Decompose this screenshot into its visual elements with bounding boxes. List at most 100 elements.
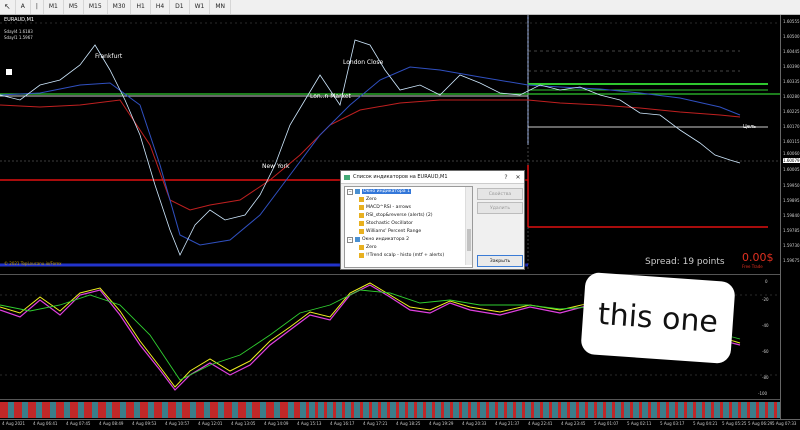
dialog-title-bar[interactable]: Список индикаторов на EURAUD,M1 ? ✕: [341, 171, 524, 184]
annotation-tsel: Цель: [743, 124, 757, 130]
timeframe-h4-button[interactable]: H4: [151, 0, 171, 14]
properties-button[interactable]: Свойства: [477, 188, 523, 200]
delete-button[interactable]: Удалить: [477, 202, 523, 214]
price-tick: 1.60500: [783, 34, 800, 39]
current-price-tag: 1.60079: [783, 158, 800, 163]
time-tick: 5 Aug 03:17: [660, 421, 685, 426]
timeframe-h1-button[interactable]: H1: [131, 0, 151, 14]
timeframe-m30-button[interactable]: M30: [108, 0, 132, 14]
indicators-list-dialog[interactable]: Список индикаторов на EURAUD,M1 ? ✕ − Ок…: [340, 170, 525, 270]
time-tick: 5 Aug 06:29: [748, 421, 773, 426]
time-tick: 4 Aug 19:29: [429, 421, 454, 426]
time-tick: 4 Aug 21:37: [495, 421, 520, 426]
tree-item-label: !!Trend scalp - histo (mtf + alerts): [366, 253, 445, 258]
time-tick: 4 Aug 06:41: [33, 421, 58, 426]
tree-item-zero[interactable]: Zero: [359, 196, 377, 203]
tree-scrollbar[interactable]: [465, 187, 472, 265]
annotation-sticker: this one: [580, 271, 736, 365]
timeframe-m5-button[interactable]: M5: [64, 0, 84, 14]
tree-item-rsi-stop-reverse[interactable]: RSI_stop&reverse (alerts) (2): [359, 212, 433, 219]
timeframe-mn-button[interactable]: MN: [210, 0, 232, 14]
time-tick: 4 Aug 16:17: [330, 421, 355, 426]
collapse-toggle-icon[interactable]: −: [347, 188, 353, 195]
info-line-2: Sdayl1 1.5967: [4, 35, 33, 40]
dialog-title: Список индикаторов на EURAUD,M1: [353, 174, 448, 180]
price-tick: 1.59950: [783, 183, 800, 188]
timeframe-m1-button[interactable]: M1: [44, 0, 64, 14]
time-tick: 4 Aug 07:45: [66, 421, 91, 426]
tree-item-label: Zero: [366, 197, 377, 202]
indicator-icon: [359, 253, 364, 258]
tree-folder-window-1[interactable]: − Окно индикатора 1: [347, 188, 412, 195]
trend-histogram-canvas: [0, 400, 780, 420]
timeframe-d1-button[interactable]: D1: [170, 0, 190, 14]
pnl-subtext: Free Trade: [742, 264, 763, 269]
text-tool-button[interactable]: A: [16, 0, 31, 14]
time-tick: 4 Aug 13:05: [231, 421, 256, 426]
osc-level-100: -100: [758, 391, 768, 396]
tree-item-williams[interactable]: Williams' Percent Range: [359, 228, 421, 235]
sticker-text: this one: [596, 296, 720, 340]
price-tick: 1.59675: [783, 258, 800, 263]
cursor-icon[interactable]: ↖: [0, 0, 16, 14]
annotation-new-york: New York: [262, 163, 290, 170]
price-tick: 1.59785: [783, 228, 800, 233]
osc-level-20: -20: [762, 297, 769, 302]
timeframe-w1-button[interactable]: W1: [190, 0, 211, 14]
time-tick: 5 Aug 01:07: [594, 421, 619, 426]
annotation-london-close: London Close: [343, 59, 384, 66]
indicator-tree[interactable]: − Окно индикатора 1 Zero MACD^RSI - arro…: [344, 186, 473, 268]
price-axis[interactable]: 1.60555 1.60500 1.60445 1.60390 1.60335 …: [780, 15, 800, 419]
trend-histogram-pane[interactable]: [0, 399, 780, 420]
tree-item-macd-rsi[interactable]: MACD^RSI - arrows: [359, 204, 411, 211]
tree-item-label: Stochastic Oscillator: [366, 221, 413, 226]
tree-folder-window-2[interactable]: − Окно индикатора 2: [347, 236, 409, 243]
osc-level-40: -40: [762, 323, 769, 328]
time-tick: 4 Aug 14:09: [264, 421, 289, 426]
copyright-text: © 2021 TopLoucanu.io/Forex: [4, 261, 62, 266]
time-tick: 4 Aug 12:01: [198, 421, 223, 426]
chart-marker-square[interactable]: [6, 69, 12, 75]
tree-item-trend-scalp[interactable]: !!Trend scalp - histo (mtf + alerts): [359, 252, 444, 259]
indicator-icon: [359, 213, 364, 218]
price-tick: 1.60335: [783, 79, 800, 84]
collapse-toggle-icon[interactable]: −: [347, 236, 353, 243]
indicator-icon: [359, 245, 364, 250]
time-tick: 4 Aug 22:41: [528, 421, 553, 426]
tree-item-label: RSI_stop&reverse (alerts) (2): [366, 213, 433, 218]
time-tick: 4 Aug 20:33: [462, 421, 487, 426]
indicator-icon: [359, 205, 364, 210]
close-button[interactable]: Закрыть: [477, 255, 523, 267]
close-icon[interactable]: ✕: [512, 174, 524, 181]
price-tick: 1.60225: [783, 109, 800, 114]
tree-item-label: MACD^RSI - arrows: [366, 205, 412, 210]
price-tick: 1.59895: [783, 198, 800, 203]
toolbar: ↖ A | M1 M5 M15 M30 H1 H4 D1 W1 MN: [0, 0, 800, 15]
osc-level-80: -80: [762, 375, 769, 380]
time-tick: 4 Aug 2021: [2, 421, 26, 426]
time-tick: 5 Aug 04:21: [693, 421, 718, 426]
tree-item-label: Zero: [366, 245, 377, 250]
price-tick: 1.60115: [783, 139, 800, 144]
pnl-value: 0.00$: [742, 251, 774, 264]
tree-item-label: Окно индикатора 2: [362, 237, 410, 242]
separator-tool-button[interactable]: |: [31, 0, 44, 14]
price-tick: 1.59840: [783, 213, 800, 218]
indicator-icon: [359, 197, 364, 202]
price-tick: 1.60005: [783, 167, 800, 172]
tree-item-label: Williams' Percent Range: [366, 229, 422, 234]
tree-item-zero-2[interactable]: Zero: [359, 244, 377, 251]
time-axis[interactable]: 4 Aug 2021 4 Aug 06:41 4 Aug 07:45 4 Aug…: [0, 419, 800, 430]
folder-icon: [355, 189, 360, 194]
help-button[interactable]: ?: [500, 174, 512, 181]
timeframe-m15-button[interactable]: M15: [84, 0, 108, 14]
price-tick: 1.60555: [783, 19, 800, 24]
annotation-london-market: Lon..n Market: [310, 93, 351, 100]
annotation-frankfurt: Frankfurt: [95, 53, 123, 60]
time-tick: 4 Aug 18:25: [396, 421, 421, 426]
indicator-icon: [359, 229, 364, 234]
time-tick: 4 Aug 10:57: [165, 421, 190, 426]
folder-icon: [355, 237, 360, 242]
tree-item-stochastic[interactable]: Stochastic Oscillator: [359, 220, 413, 227]
scrollbar-thumb[interactable]: [467, 229, 471, 251]
